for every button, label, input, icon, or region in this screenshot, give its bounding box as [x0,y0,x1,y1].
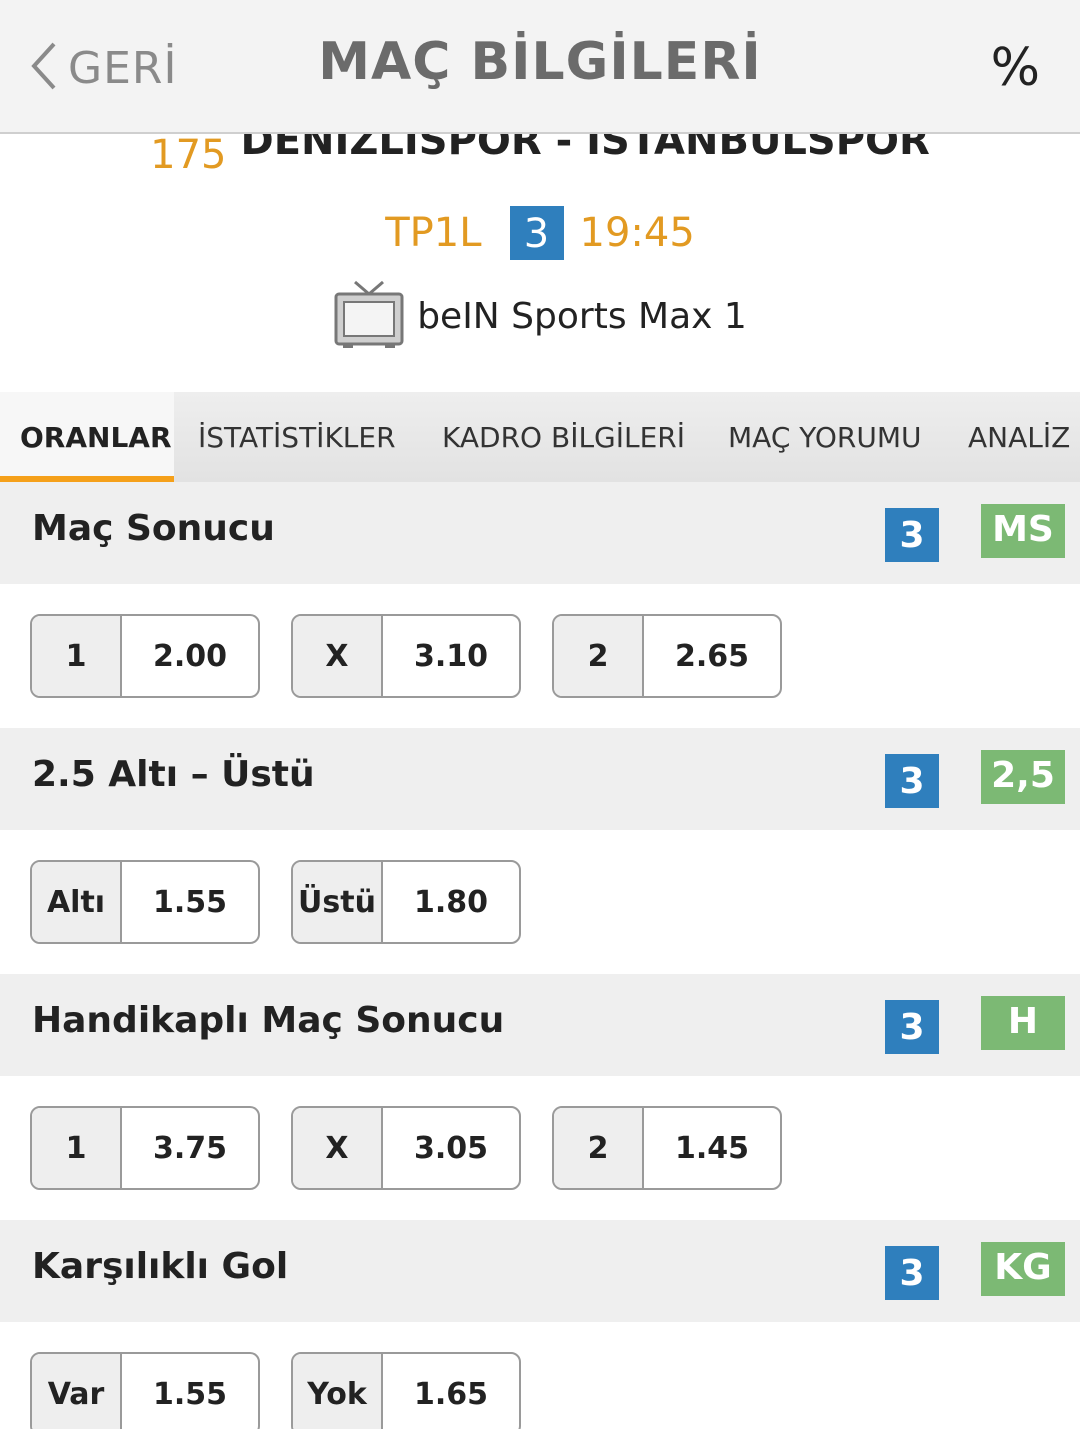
broadcast-channel: beIN Sports Max 1 [0,278,1080,354]
tab-mac-yorumu[interactable]: MAÇ YORUMU [704,392,944,482]
odd-value: 2.00 [152,638,228,674]
odd-value: 1.65 [413,1376,489,1412]
odd-button-h-1[interactable]: 1 3.75 [30,1106,260,1190]
percent-button[interactable]: % [991,38,1040,98]
market-header-handikap: Handikaplı Maç Sonucu 3 H [0,974,1080,1076]
market-title: Karşılıklı Gol [32,1246,289,1287]
tab-istatistikler[interactable]: İSTATİSTİKLER [174,392,418,482]
kickoff-time: 19:45 [579,210,695,256]
tab-oranlar[interactable]: ORANLAR [0,392,174,482]
market-mbs-badge: 3 [885,1000,939,1054]
tab-analiz[interactable]: ANALİZ [944,392,1080,482]
odd-button-var[interactable]: Var 1.55 [30,1352,260,1429]
odd-label: Üstü [293,862,383,942]
odd-button-h-2[interactable]: 2 1.45 [552,1106,782,1190]
odd-label: 2 [554,1108,644,1188]
market-title: Handikaplı Maç Sonucu [32,1000,505,1041]
mbs-badge: 3 [509,206,564,260]
odd-value: 1.45 [674,1130,750,1166]
odd-value: 3.75 [152,1130,228,1166]
tab-bar: ORANLAR İSTATİSTİKLER KADRO BİLGİLERİ MA… [0,392,1080,482]
odd-button-yok[interactable]: Yok 1.65 [291,1352,521,1429]
market-title: 2.5 Altı – Üstü [32,754,315,795]
league-code: TP1L [385,210,482,256]
back-button[interactable]: GERİ [28,40,177,96]
market-tag: 2,5 [981,750,1065,804]
match-number: 175 [150,132,227,178]
back-label: GERİ [68,42,178,94]
market-mbs-badge: 3 [885,1246,939,1300]
match-meta: TP1L 3 19:45 [0,202,1080,264]
market-header-alt-ust: 2.5 Altı – Üstü 3 2,5 [0,728,1080,830]
odd-label: X [293,616,383,696]
top-bar: GERİ MAÇ BİLGİLERİ % [0,0,1080,134]
odd-value: 1.80 [413,884,489,920]
market-mbs-badge: 3 [885,508,939,562]
odd-label: Altı [32,862,122,942]
tv-icon [333,278,417,354]
odd-label: 1 [32,616,122,696]
odd-value: 1.55 [152,1376,228,1412]
market-tag: MS [981,504,1065,558]
market-header-karsilikli-gol: Karşılıklı Gol 3 KG [0,1220,1080,1322]
channel-name: beIN Sports Max 1 [417,295,747,337]
odd-value: 3.05 [413,1130,489,1166]
odd-value: 1.55 [152,884,228,920]
odd-button-ms-1[interactable]: 1 2.00 [30,614,260,698]
market-tag: KG [981,1242,1065,1296]
market-title: Maç Sonucu [32,508,275,549]
odd-button-ustu[interactable]: Üstü 1.80 [291,860,521,944]
market-mbs-badge: 3 [885,754,939,808]
odd-button-h-x[interactable]: X 3.05 [291,1106,521,1190]
odd-button-alti[interactable]: Altı 1.55 [30,860,260,944]
odd-label: 2 [554,616,644,696]
odd-button-ms-2[interactable]: 2 2.65 [552,614,782,698]
market-tag: H [981,996,1065,1050]
odd-label: Yok [293,1354,383,1429]
chevron-left-icon [28,40,58,96]
odd-label: X [293,1108,383,1188]
odd-button-ms-x[interactable]: X 3.10 [291,614,521,698]
odd-label: 1 [32,1108,122,1188]
odd-label: Var [32,1354,122,1429]
market-header-mac-sonucu: Maç Sonucu 3 MS [0,482,1080,584]
tab-kadro-bilgileri[interactable]: KADRO BİLGİLERİ [418,392,704,482]
odd-value: 3.10 [413,638,489,674]
odd-value: 2.65 [674,638,750,674]
